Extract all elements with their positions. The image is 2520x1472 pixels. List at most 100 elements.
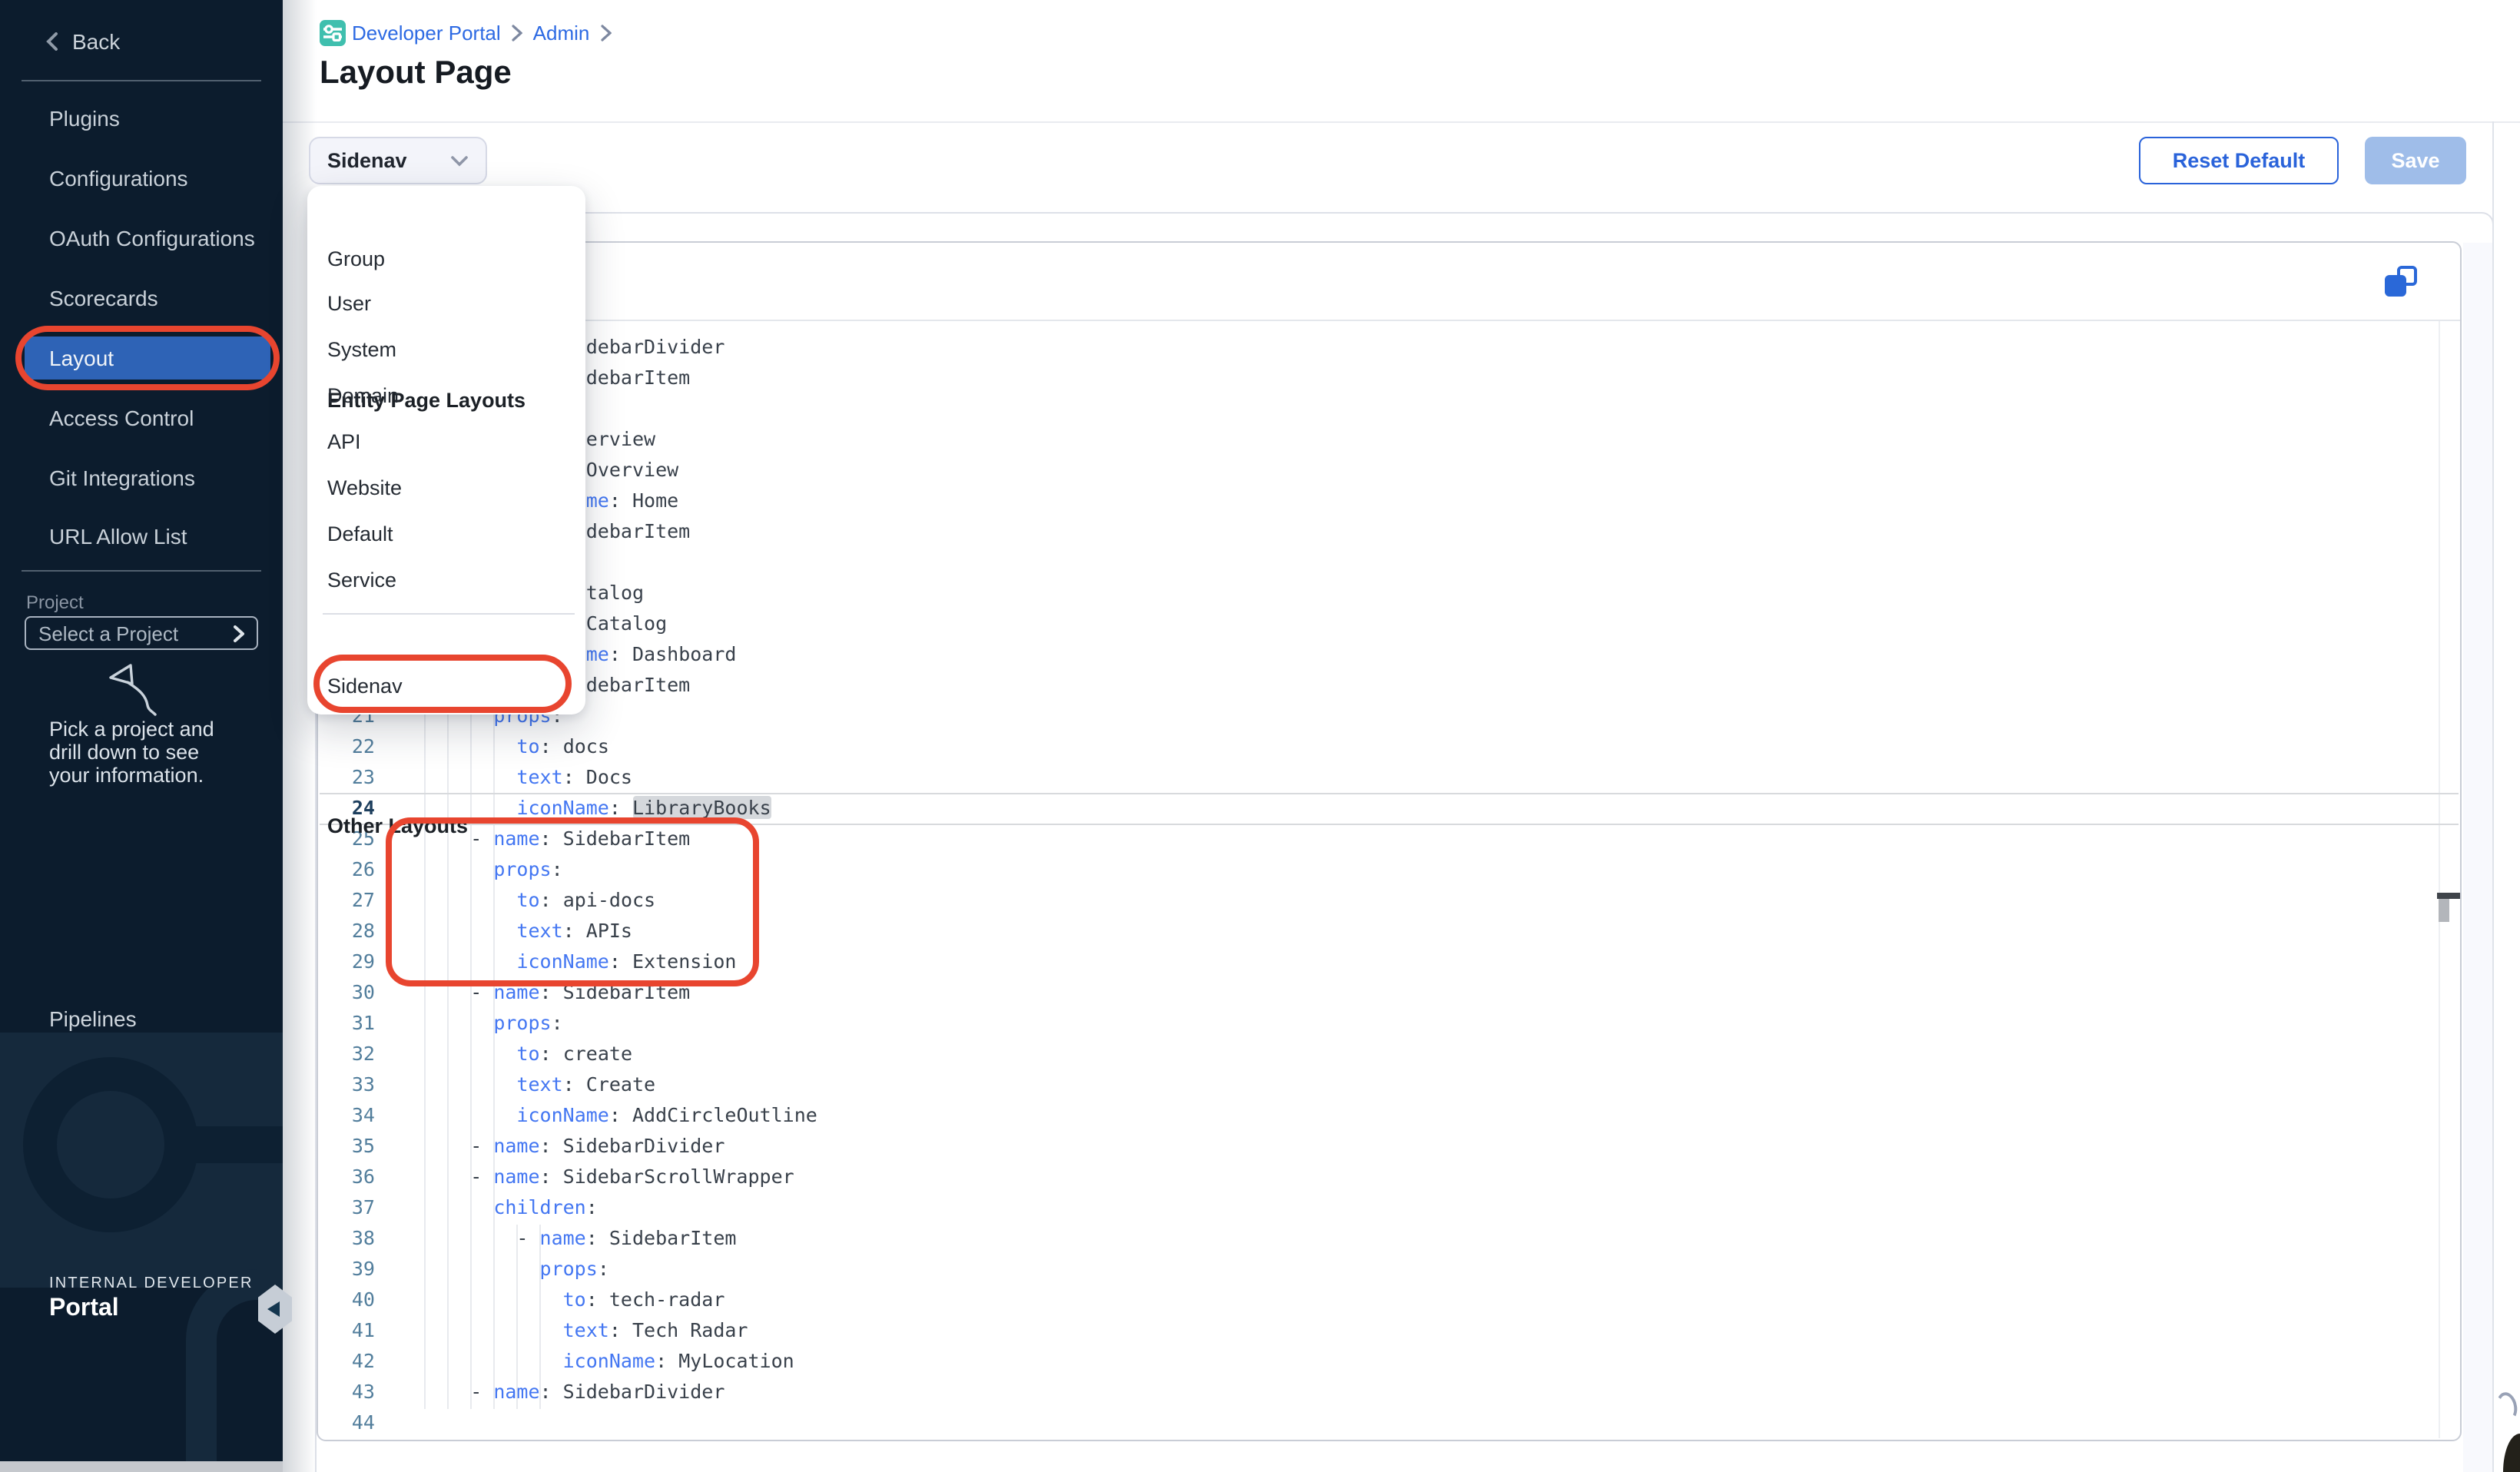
line-number: 36: [318, 1162, 375, 1192]
code-line-37[interactable]: 37 children:: [318, 1192, 2460, 1223]
back-label: Back: [72, 29, 120, 54]
sidebar-item-pipelines[interactable]: Pipelines: [49, 1006, 137, 1031]
code-line-43[interactable]: 43 - name: SidebarDivider: [318, 1377, 2460, 1407]
sidebar-divider-bottom: [22, 570, 261, 572]
menu-item-website[interactable]: Website: [327, 472, 573, 506]
code-line-33[interactable]: 33 text: Create: [318, 1069, 2460, 1100]
select-project-label: Select a Project: [38, 622, 178, 645]
menu-item-domain[interactable]: Domain: [327, 380, 573, 413]
line-content: - name: SidebarItem: [375, 1223, 736, 1254]
code-line-30[interactable]: 30 - name: SidebarItem: [318, 977, 2460, 1008]
line-number: 32: [318, 1039, 375, 1069]
layout-select-dropdown[interactable]: Sidenav: [309, 137, 487, 184]
code-line-26[interactable]: 26 props:: [318, 854, 2460, 885]
code-line-29[interactable]: 29 iconName: Extension: [318, 947, 2460, 977]
line-number: 28: [318, 916, 375, 947]
code-line-34[interactable]: 34 iconName: AddCircleOutline: [318, 1100, 2460, 1131]
reset-default-button[interactable]: Reset Default: [2139, 137, 2339, 184]
code-line-24[interactable]: 24 iconName: LibraryBooks: [318, 793, 2460, 824]
code-line-11[interactable]: 11 props:: [318, 393, 2460, 424]
code-line-42[interactable]: 42 iconName: MyLocation: [318, 1346, 2460, 1377]
code-line-15[interactable]: 15 - name: SidebarItem: [318, 516, 2460, 547]
sidebar-item-plugins[interactable]: Plugins: [49, 103, 120, 134]
menu-item-service[interactable]: Service: [327, 563, 573, 597]
code-line-38[interactable]: 38 - name: SidebarItem: [318, 1223, 2460, 1254]
code-line-9[interactable]: 9 - name: SidebarDivider: [318, 332, 2460, 363]
line-number: 39: [318, 1254, 375, 1285]
layout-select-menu: Entity Page Layouts GroupUserSystemDomai…: [307, 186, 585, 714]
sidebar-item-git-integrations[interactable]: Git Integrations: [49, 462, 195, 493]
sidebar-item-layout[interactable]: Layout: [46, 337, 270, 380]
line-content: iconName: Extension: [375, 947, 736, 977]
line-number: 40: [318, 1285, 375, 1315]
menu-group-header: Other Layouts: [327, 811, 468, 842]
layout-page-app: Back Plugins Configurations OAuth Configur…: [0, 0, 2520, 1472]
code-line-23[interactable]: 23 text: Docs: [318, 762, 2460, 793]
sidebar-item-configurations[interactable]: Configurations: [49, 163, 188, 194]
layout-select-value: Sidenav: [327, 149, 407, 172]
line-content: - name: SidebarItem: [375, 977, 690, 1008]
code-line-44[interactable]: 44: [318, 1407, 2460, 1438]
code-line-14[interactable]: 14 iconName: Home: [318, 486, 2460, 516]
sidebar-item-oauth-configurations[interactable]: OAuth Configurations: [49, 223, 255, 254]
editor-toolbar-divider: [318, 320, 2460, 321]
code-line-36[interactable]: 36 - name: SidebarScrollWrapper: [318, 1162, 2460, 1192]
code-line-39[interactable]: 39 props:: [318, 1254, 2460, 1285]
code-line-19[interactable]: 19 iconName: Dashboard: [318, 639, 2460, 670]
sidebar-divider-top: [22, 80, 261, 81]
developer-portal-logo-icon: [320, 20, 346, 46]
sidebar-bottom-scrollbar[interactable]: [0, 1461, 283, 1472]
doodle-arrow-icon: [104, 661, 166, 716]
code-line-32[interactable]: 32 to: create: [318, 1039, 2460, 1069]
code-line-13[interactable]: 13 text: Overview: [318, 455, 2460, 486]
sidebar-item-scorecards[interactable]: Scorecards: [49, 283, 158, 313]
menu-item-api[interactable]: API: [327, 426, 573, 459]
menu-item-system[interactable]: System: [327, 333, 573, 367]
code-line-27[interactable]: 27 to: api-docs: [318, 885, 2460, 916]
yaml-code-editor[interactable]: 9 - name: SidebarDivider10 - name: Sideb…: [317, 241, 2462, 1441]
sidebar-item-access-control[interactable]: Access Control: [49, 403, 194, 433]
menu-divider: [323, 613, 575, 615]
chevron-right-icon: [234, 625, 244, 642]
code-line-10[interactable]: 10 - name: SidebarItem: [318, 363, 2460, 393]
line-content: props:: [375, 1254, 609, 1285]
back-button[interactable]: Back: [46, 25, 120, 58]
code-line-12[interactable]: 12 to: overview: [318, 424, 2460, 455]
line-content: props:: [375, 854, 563, 885]
code-line-28[interactable]: 28 text: APIs: [318, 916, 2460, 947]
code-line-25[interactable]: 25 - name: SidebarItem: [318, 824, 2460, 854]
code-line-35[interactable]: 35 - name: SidebarDivider: [318, 1131, 2460, 1162]
line-number: 26: [318, 854, 375, 885]
line-content: [375, 1407, 424, 1438]
line-content: to: api-docs: [375, 885, 655, 916]
code-line-31[interactable]: 31 props:: [318, 1008, 2460, 1039]
brand-line-1: INTERNAL DEVELOPER: [49, 1275, 254, 1292]
chevron-left-icon: [46, 32, 58, 51]
sidebar-item-url-allow-list[interactable]: URL Allow List: [49, 521, 187, 552]
code-line-22[interactable]: 22 to: docs: [318, 731, 2460, 762]
line-content: - name: SidebarDivider: [375, 1377, 724, 1407]
line-number: 44: [318, 1407, 375, 1438]
line-number: 29: [318, 947, 375, 977]
line-number: 31: [318, 1008, 375, 1039]
breadcrumb-admin[interactable]: Admin: [533, 22, 590, 45]
code-line-20[interactable]: 20 - name: SidebarItem: [318, 670, 2460, 701]
menu-item-sidenav[interactable]: Sidenav: [327, 669, 573, 703]
breadcrumb-developer-portal[interactable]: Developer Portal: [352, 22, 501, 45]
line-content: text: Docs: [375, 762, 632, 793]
copy-button[interactable]: [2383, 264, 2420, 301]
code-line-16[interactable]: 16 props:: [318, 547, 2460, 578]
menu-item-user[interactable]: User: [327, 287, 573, 320]
line-content: iconName: MyLocation: [375, 1346, 794, 1377]
select-project-button[interactable]: Select a Project: [25, 616, 258, 650]
code-line-17[interactable]: 17 to: catalog: [318, 578, 2460, 608]
selected-token: LibraryBooks: [632, 796, 771, 819]
code-line-18[interactable]: 18 text: Catalog: [318, 608, 2460, 639]
menu-item-default[interactable]: Default: [327, 517, 573, 551]
code-line-40[interactable]: 40 to: tech-radar: [318, 1285, 2460, 1315]
menu-item-group[interactable]: Group: [327, 242, 573, 276]
code-line-21[interactable]: 21 props:: [318, 701, 2460, 731]
code-line-41[interactable]: 41 text: Tech Radar: [318, 1315, 2460, 1346]
save-button[interactable]: Save: [2365, 137, 2466, 184]
project-label: Project: [26, 592, 84, 613]
